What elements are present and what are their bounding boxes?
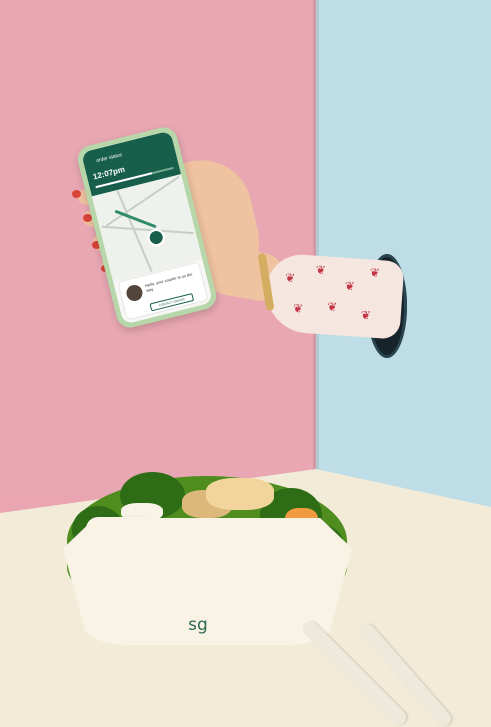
courier-avatar (124, 283, 145, 303)
wall-corner (313, 0, 319, 494)
delivery-route (114, 209, 157, 229)
map-road (116, 190, 153, 273)
contact-driver-button[interactable]: CONTACT DRIVER (149, 293, 195, 312)
red-nail (72, 190, 81, 198)
bowl-logo: sg (188, 615, 208, 635)
status-label: order status (95, 151, 123, 165)
courier-message: Hello, your courier is on the way. (144, 271, 193, 293)
crispy-chips (206, 478, 274, 510)
photo-scene: ❦ ❦ ❦ ❦ ❦ ❦ ❦ order status 12:07pm Hello… (0, 0, 491, 727)
